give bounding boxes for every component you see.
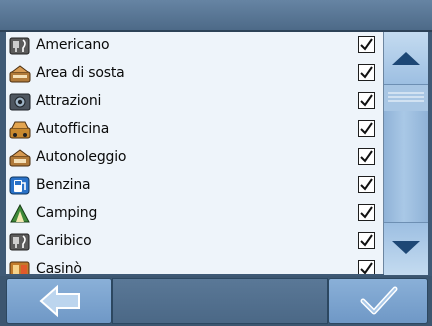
- category-checkbox[interactable]: [358, 148, 375, 165]
- category-checkbox[interactable]: [358, 260, 375, 274]
- confirm-button[interactable]: [328, 278, 428, 324]
- checkmark-icon: [360, 38, 373, 51]
- checkmark-icon: [360, 66, 373, 79]
- tent-icon: [10, 204, 30, 223]
- checkmark-icon: [360, 234, 373, 247]
- list-item-label: Autofficina: [36, 121, 110, 137]
- restaurant-icon: [9, 37, 30, 55]
- arrow-down-icon: [392, 241, 420, 254]
- checkmark-icon: [360, 94, 373, 107]
- list-item-label: Benzina: [36, 177, 91, 193]
- list-item-label: Caribico: [36, 233, 92, 249]
- list-item[interactable]: Benzina: [6, 172, 383, 200]
- list-item[interactable]: Autofficina: [6, 116, 383, 144]
- list-item[interactable]: Americano: [6, 32, 383, 60]
- arrow-left-icon: [39, 284, 80, 318]
- list-item[interactable]: Caribico: [6, 228, 383, 256]
- list-item-label: Casinò: [36, 261, 82, 274]
- bottom-toolbar: [0, 276, 432, 326]
- checkmark-icon: [360, 178, 373, 191]
- category-checkbox[interactable]: [358, 232, 375, 249]
- checkmark-icon: [360, 262, 373, 274]
- list-item-label: Americano: [36, 37, 110, 53]
- scroll-up-button[interactable]: [384, 32, 428, 85]
- list-item[interactable]: Attrazioni: [6, 88, 383, 116]
- rest-area-icon: [9, 65, 31, 83]
- scrollbar[interactable]: [384, 32, 428, 275]
- checkmark-icon: [360, 122, 373, 135]
- list-item-label: Camping: [36, 205, 98, 221]
- list-item-label: Autonoleggio: [36, 149, 127, 165]
- category-checkbox[interactable]: [358, 64, 375, 81]
- checkmark-icon: [360, 206, 373, 219]
- poi-category-list: Americano Area di sosta Attrazioni Autof…: [6, 32, 384, 274]
- list-item[interactable]: Camping: [6, 200, 383, 228]
- category-checkbox[interactable]: [358, 120, 375, 137]
- category-checkbox[interactable]: [358, 36, 375, 53]
- arrow-up-icon: [392, 52, 420, 65]
- car-rental-icon: [9, 149, 31, 167]
- screen: Americano Area di sosta Attrazioni Autof…: [0, 0, 432, 326]
- back-button[interactable]: [6, 278, 112, 324]
- toolbar-spacer: [112, 278, 328, 324]
- category-checkbox[interactable]: [358, 92, 375, 109]
- list-item[interactable]: Casinò: [6, 256, 383, 274]
- list-item-label: Area di sosta: [36, 65, 125, 81]
- list-item-label: Attrazioni: [36, 93, 102, 109]
- garage-icon: [9, 121, 31, 139]
- scroll-down-button[interactable]: [384, 222, 428, 275]
- scroll-thumb[interactable]: [384, 85, 428, 111]
- list-item[interactable]: Autonoleggio: [6, 144, 383, 172]
- casino-icon: [9, 261, 30, 274]
- title-bar: [0, 0, 432, 32]
- checkmark-icon: [360, 286, 398, 315]
- list-item[interactable]: Area di sosta: [6, 60, 383, 88]
- category-checkbox[interactable]: [358, 176, 375, 193]
- camera-icon: [9, 93, 31, 111]
- fuel-pump-icon: [9, 176, 30, 195]
- restaurant-icon: [9, 233, 30, 251]
- checkmark-icon: [360, 150, 373, 163]
- category-checkbox[interactable]: [358, 204, 375, 221]
